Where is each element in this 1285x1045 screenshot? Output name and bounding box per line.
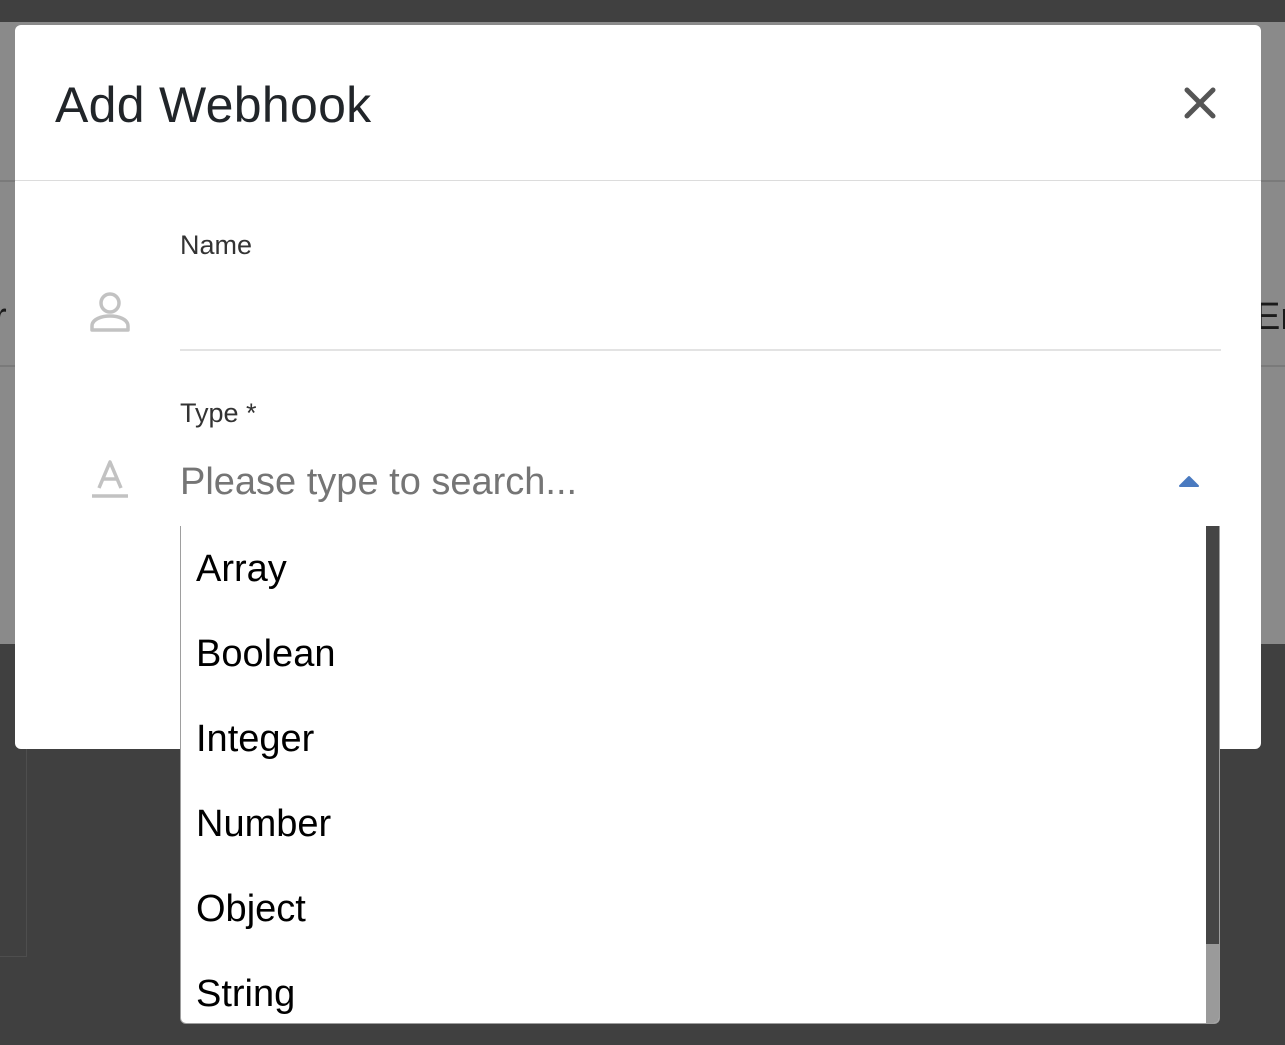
caret-up-icon[interactable] xyxy=(1178,474,1200,488)
background-text-left: r xyxy=(0,296,7,338)
modal-title: Add Webhook xyxy=(55,77,372,133)
close-button[interactable] xyxy=(1178,81,1222,125)
modal-header: Add Webhook xyxy=(15,25,1261,181)
option-object[interactable]: Object xyxy=(196,886,1196,932)
text-format-icon xyxy=(92,460,128,498)
person-icon xyxy=(90,292,130,332)
option-boolean[interactable]: Boolean xyxy=(196,631,1196,677)
option-string[interactable]: String xyxy=(196,971,1196,1017)
name-input[interactable] xyxy=(180,283,1221,351)
name-label: Name xyxy=(180,230,253,260)
option-integer[interactable]: Integer xyxy=(196,716,1196,762)
close-icon xyxy=(1184,87,1216,119)
option-array[interactable]: Array xyxy=(196,546,1196,592)
type-label: Type * xyxy=(180,398,257,428)
option-number[interactable]: Number xyxy=(196,801,1196,847)
dropdown-scrollbar[interactable] xyxy=(1206,526,1219,1023)
dropdown-scrollbar-thumb[interactable] xyxy=(1206,526,1219,944)
type-search-input[interactable] xyxy=(180,452,1160,512)
type-dropdown-list: Array Boolean Integer Number Object Stri… xyxy=(180,526,1220,1024)
